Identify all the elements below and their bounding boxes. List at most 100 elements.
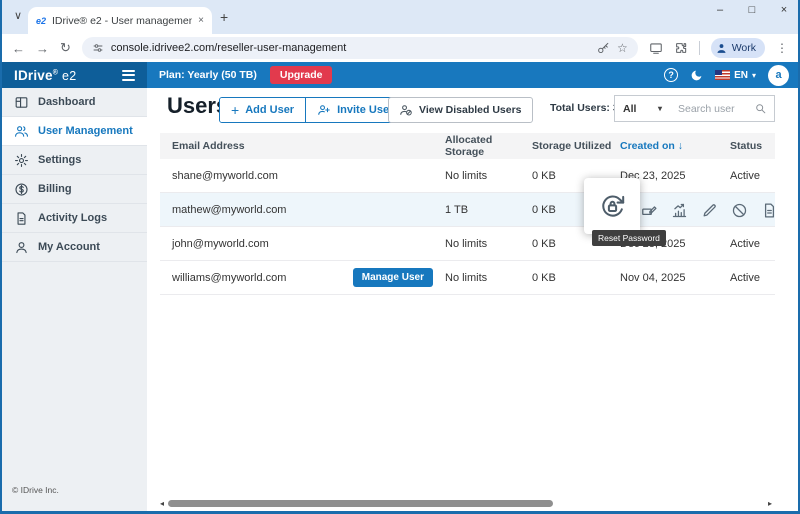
extensions-puzzle-icon[interactable] [674,41,688,55]
close-button[interactable]: × [778,4,790,16]
scroll-left-icon[interactable]: ◂ [160,499,164,508]
cell-email: williams@myworld.com [172,272,286,284]
view-disabled-users-button[interactable]: View Disabled Users [388,97,533,123]
user-filter-dropdown[interactable]: All ▾ [614,95,671,122]
browser-window: ∨ e2 IDrive® e2 - User management × + – … [0,0,800,514]
tab-search-icon[interactable]: ∨ [10,9,26,25]
cell-allocated: No limits [445,272,532,284]
sidebar-item-label: Dashboard [38,96,95,108]
cell-allocated: No limits [445,238,532,250]
table-row[interactable]: john@myworld.com No limits 0 KB Dec 23, … [160,227,775,261]
user-logs-icon[interactable] [761,202,778,219]
tab-favicon: e2 [36,16,46,26]
help-icon[interactable]: ? [664,68,678,82]
scroll-right-icon[interactable]: ▸ [768,499,772,508]
view-disabled-users-label: View Disabled Users [419,104,522,116]
disable-user-ban-icon[interactable] [731,202,748,219]
search-box [670,95,775,122]
copyright-text: © IDrive Inc. [12,485,59,495]
tab-title: IDrive® e2 - User management [52,15,192,27]
header-email: Email Address [160,140,445,152]
sidebar-item-user-management[interactable]: User Management [2,117,147,146]
cell-status: Active [730,238,775,250]
address-bar[interactable]: console.idrivee2.com/reseller-user-manag… [82,37,638,59]
bookmark-star-icon[interactable]: ☆ [617,41,628,55]
back-icon[interactable]: ← [12,41,25,56]
us-flag-icon [715,70,730,80]
table-row[interactable]: williams@myworld.com Manage User No limi… [160,261,775,295]
profile-avatar-icon [715,42,728,55]
table-row[interactable]: shane@myworld.com No limits 0 KB Dec 23,… [160,159,775,193]
reset-password-button[interactable] [584,178,640,234]
profile-chip[interactable]: Work [711,38,765,58]
profile-name: Work [732,42,756,54]
chevron-down-icon: ▾ [752,71,756,80]
cell-utilized: 0 KB [532,272,620,284]
cell-status: Active [730,170,775,182]
url-text: console.idrivee2.com/reseller-user-manag… [111,42,590,54]
share-screen-icon[interactable] [649,41,663,55]
cell-email: john@myworld.com [160,238,445,250]
cell-created: Nov 04, 2025 [620,272,730,284]
search-icon[interactable] [754,102,767,115]
site-settings-icon[interactable] [92,42,104,54]
sidebar: Dashboard User Management Settings Billi… [2,88,147,511]
cell-allocated: No limits [445,170,532,182]
edit-access-key-icon[interactable] [641,202,658,219]
users-table: Email Address Allocated Storage Storage … [160,133,775,295]
billing-dollar-icon [14,182,29,197]
cell-status: Active [730,272,775,284]
total-users-count: Total Users: 3 [550,102,619,114]
app-header: IDrive® e2 Plan: Yearly (50 TB) Upgrade … [2,62,798,88]
upgrade-button[interactable]: Upgrade [270,66,333,84]
sidebar-item-activity-logs[interactable]: Activity Logs [2,204,147,233]
sidebar-item-label: Settings [38,154,81,166]
sidebar-item-dashboard[interactable]: Dashboard [2,88,147,117]
table-row-hovered[interactable]: mathew@myworld.com 1 TB 0 KB Reset Passw… [160,193,775,227]
hamburger-menu-icon[interactable] [122,70,135,81]
edit-pencil-icon[interactable] [701,202,718,219]
sidebar-item-label: Billing [38,183,72,195]
scrollbar-thumb[interactable] [168,500,553,507]
password-key-icon[interactable] [597,42,610,55]
add-user-button[interactable]: + Add User [220,98,306,122]
header-allocated-storage: Allocated Storage [445,134,532,158]
dashboard-icon [14,95,29,110]
maximize-button[interactable]: □ [746,4,758,16]
dark-mode-moon-icon[interactable] [690,69,703,82]
horizontal-scrollbar[interactable]: ◂ ▸ [160,499,772,508]
browser-tab[interactable]: e2 IDrive® e2 - User management × [28,7,212,34]
usage-stats-icon[interactable] [671,202,688,219]
header-status: Status [730,140,775,152]
header-created-on[interactable]: Created on ↓ [620,140,730,152]
document-icon [14,211,29,226]
cell-email: mathew@myworld.com [160,204,445,216]
chevron-down-icon: ▾ [658,104,662,113]
manage-user-button[interactable]: Manage User [353,268,433,287]
cell-email: shane@myworld.com [160,170,445,182]
sidebar-item-my-account[interactable]: My Account [2,233,147,262]
sidebar-item-billing[interactable]: Billing [2,175,147,204]
plan-label: Plan: Yearly (50 TB) [159,69,257,81]
table-header-row: Email Address Allocated Storage Storage … [160,133,775,159]
plus-icon: + [231,102,239,118]
refresh-icon[interactable]: ↻ [60,40,71,56]
sidebar-item-settings[interactable]: Settings [2,146,147,175]
add-user-label: Add User [245,104,294,116]
cell-allocated: 1 TB [445,204,532,216]
forward-icon[interactable]: → [36,41,49,56]
minimize-button[interactable]: – [714,4,726,16]
new-tab-button[interactable]: + [220,9,228,25]
language-selector[interactable]: EN ▾ [715,70,756,81]
filter-value: All [623,103,636,115]
browser-toolbar: ← → ↻ console.idrivee2.com/reseller-user… [2,34,798,62]
tab-close-icon[interactable]: × [198,15,204,26]
person-slash-icon [399,103,413,117]
search-input[interactable] [678,103,750,115]
reset-password-tooltip: Reset Password [592,230,666,246]
sort-desc-icon: ↓ [678,140,683,152]
language-label: EN [734,70,748,81]
header-storage-utilized: Storage Utilized [532,140,620,152]
browser-menu-icon[interactable]: ⋮ [776,41,788,55]
account-avatar[interactable]: a [768,65,789,86]
